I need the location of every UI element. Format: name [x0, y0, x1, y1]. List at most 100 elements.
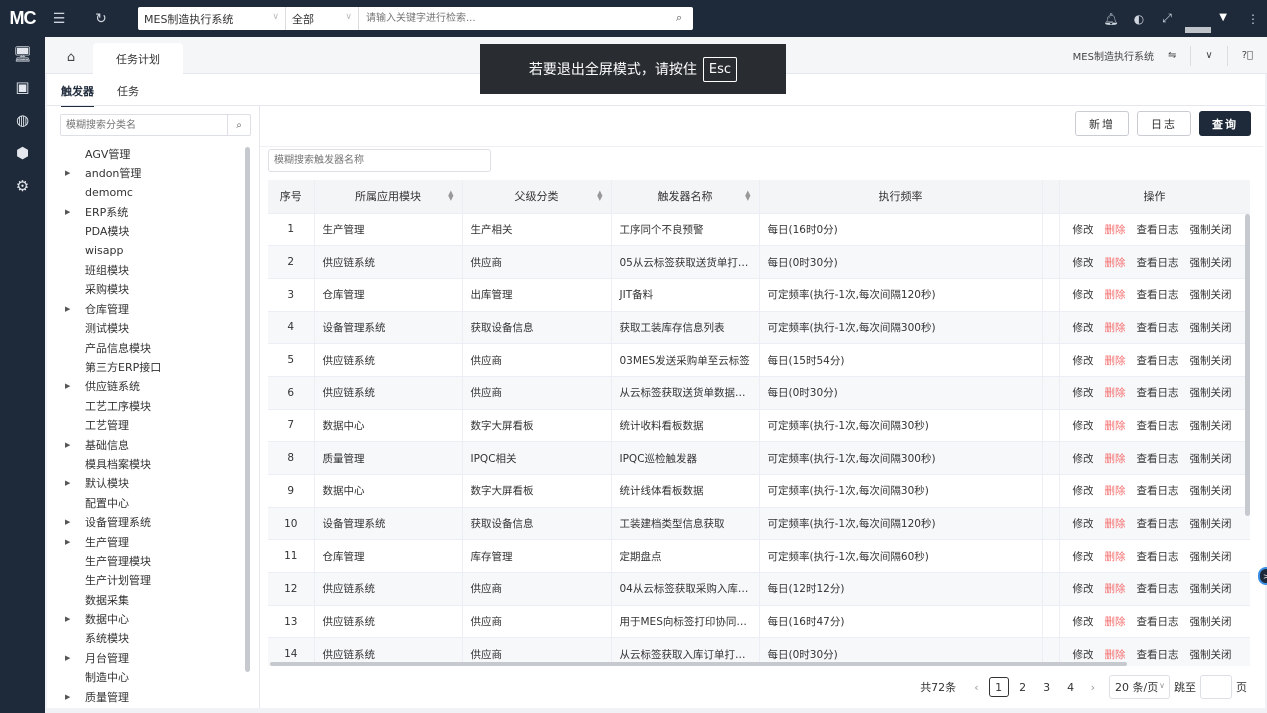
tree-item[interactable]: ▶ 设备管理系统 — [61, 512, 246, 531]
globe-icon[interactable]: ◍ — [0, 103, 45, 136]
delete-button[interactable]: 删除 — [1105, 222, 1126, 237]
page-size-select[interactable]: 20 条/页 ∨ — [1109, 675, 1170, 699]
col-header-parent[interactable]: 父级分类 ▲ ▼ — [462, 180, 612, 214]
col-header-trigger-name[interactable]: 触发器名称 ▲ ▼ — [611, 180, 760, 214]
force-close-button[interactable]: 强制关闭 — [1190, 647, 1232, 662]
page-4[interactable]: 4 — [1061, 677, 1081, 697]
view-log-button[interactable]: 查看日志 — [1137, 549, 1179, 564]
switch-icon[interactable]: ⇋ — [1168, 50, 1176, 61]
tree-item[interactable]: 第三方ERP接口 — [61, 357, 246, 376]
delete-button[interactable]: 删除 — [1105, 320, 1126, 335]
delete-button[interactable]: 删除 — [1105, 516, 1126, 531]
tree-item[interactable]: 产品信息模块 — [61, 338, 246, 357]
tree-item[interactable]: 采购模块 — [61, 280, 246, 299]
search-icon[interactable]: ⌕ — [676, 11, 682, 25]
jump-page-input[interactable] — [1200, 675, 1232, 699]
tree-search-input[interactable] — [61, 115, 227, 135]
tree-item[interactable]: ▶ ERP系统 — [61, 202, 246, 221]
edit-button[interactable]: 修改 — [1073, 287, 1094, 302]
menu-toggle-icon[interactable]: ☰ — [49, 9, 69, 29]
view-log-button[interactable]: 查看日志 — [1137, 255, 1179, 270]
edit-button[interactable]: 修改 — [1073, 320, 1094, 335]
edit-button[interactable]: 修改 — [1073, 516, 1094, 531]
tree-item[interactable]: ▶ 基础信息 — [61, 435, 246, 454]
force-close-button[interactable]: 强制关闭 — [1190, 353, 1232, 368]
user-menu[interactable]: ▼ — [1185, 5, 1235, 33]
view-log-button[interactable]: 查看日志 — [1137, 451, 1179, 466]
edit-button[interactable]: 修改 — [1073, 614, 1094, 629]
expand-arrow-icon[interactable]: ▶ — [65, 441, 75, 449]
scope-select[interactable]: 全部 ∨ — [286, 7, 359, 30]
tree-item[interactable]: 生产计划管理 — [61, 571, 246, 590]
tree-item[interactable]: 测试模块 — [61, 319, 246, 338]
tree-item[interactable]: 班组模块 — [61, 260, 246, 279]
force-close-button[interactable]: 强制关闭 — [1190, 385, 1232, 400]
view-log-button[interactable]: 查看日志 — [1137, 647, 1179, 662]
global-search-input[interactable] — [359, 7, 693, 30]
delete-button[interactable]: 删除 — [1105, 451, 1126, 466]
force-close-button[interactable]: 强制关闭 — [1190, 255, 1232, 270]
refresh-icon[interactable]: ↻ — [91, 9, 111, 29]
tree-item[interactable]: 系统模块 — [61, 629, 246, 648]
force-close-button[interactable]: 强制关闭 — [1190, 418, 1232, 433]
tree-item[interactable]: demomc — [61, 183, 246, 202]
tree-scrollbar[interactable] — [245, 147, 250, 672]
delete-button[interactable]: 删除 — [1105, 385, 1126, 400]
page-1[interactable]: 1 — [988, 677, 1009, 697]
tree-item[interactable]: ▶ 数据中心 — [61, 609, 246, 628]
table-vertical-scrollbar[interactable] — [1245, 214, 1250, 516]
delete-button[interactable]: 删除 — [1105, 287, 1126, 302]
expand-arrow-icon[interactable]: ▶ — [65, 693, 75, 701]
page-2[interactable]: 2 — [1013, 677, 1033, 697]
expand-arrow-icon[interactable]: ▶ — [65, 518, 75, 526]
tree-item[interactable]: 工艺管理 — [61, 415, 246, 434]
tree-item[interactable]: ▶ 生产管理 — [61, 532, 246, 551]
home-icon[interactable]: ⌂ — [59, 46, 83, 68]
edit-button[interactable]: 修改 — [1073, 483, 1094, 498]
edit-button[interactable]: 修改 — [1073, 549, 1094, 564]
delete-button[interactable]: 删除 — [1105, 353, 1126, 368]
sort-icon[interactable]: ▲ ▼ — [597, 190, 602, 202]
delete-button[interactable]: 删除 — [1105, 483, 1126, 498]
edit-button[interactable]: 修改 — [1073, 418, 1094, 433]
view-log-button[interactable]: 查看日志 — [1137, 353, 1179, 368]
view-log-button[interactable]: 查看日志 — [1137, 516, 1179, 531]
expand-arrow-icon[interactable]: ▶ — [65, 305, 75, 313]
chevron-down-icon[interactable]: ∨ — [1205, 50, 1212, 61]
add-button[interactable]: 新增 — [1075, 111, 1129, 136]
tree-item[interactable]: 工艺工序模块 — [61, 396, 246, 415]
tree-item[interactable]: ▶ 质量管理 — [61, 687, 246, 706]
table-horizontal-scrollbar[interactable] — [270, 662, 1127, 666]
next-page-icon[interactable]: › — [1091, 681, 1095, 694]
view-log-button[interactable]: 查看日志 — [1137, 385, 1179, 400]
force-close-button[interactable]: 强制关闭 — [1190, 549, 1232, 564]
tree-item[interactable]: 数据采集 — [61, 590, 246, 609]
monitor-icon[interactable]: 🖥︎ — [0, 37, 45, 70]
force-close-button[interactable]: 强制关闭 — [1190, 320, 1232, 335]
view-log-button[interactable]: 查看日志 — [1137, 614, 1179, 629]
edit-button[interactable]: 修改 — [1073, 451, 1094, 466]
help-icon[interactable]: ?⃝ — [1242, 50, 1253, 61]
force-close-button[interactable]: 强制关闭 — [1190, 451, 1232, 466]
edit-button[interactable]: 修改 — [1073, 385, 1094, 400]
view-log-button[interactable]: 查看日志 — [1137, 320, 1179, 335]
tree-item[interactable]: 模具档案模块 — [61, 454, 246, 473]
delete-button[interactable]: 删除 — [1105, 614, 1126, 629]
force-close-button[interactable]: 强制关闭 — [1190, 581, 1232, 596]
tree-item[interactable]: ▶ 仓库管理 — [61, 299, 246, 318]
floating-assistant-icon[interactable]: > — [1258, 567, 1267, 585]
theme-icon[interactable]: ◐ — [1129, 9, 1149, 29]
force-close-button[interactable]: 强制关闭 — [1190, 483, 1232, 498]
expand-arrow-icon[interactable]: ▶ — [65, 169, 75, 177]
expand-arrow-icon[interactable]: ▶ — [65, 479, 75, 487]
search-icon[interactable]: ⌕ — [227, 115, 250, 135]
force-close-button[interactable]: 强制关闭 — [1190, 287, 1232, 302]
log-button[interactable]: 日志 — [1137, 111, 1191, 136]
edit-button[interactable]: 修改 — [1073, 647, 1094, 662]
sort-icon[interactable]: ▲ ▼ — [448, 190, 453, 202]
view-log-button[interactable]: 查看日志 — [1137, 418, 1179, 433]
api-icon[interactable]: ⬢ — [0, 136, 45, 169]
view-log-button[interactable]: 查看日志 — [1137, 581, 1179, 596]
trigger-search-input[interactable] — [268, 149, 491, 172]
subtab-task[interactable]: 任务 — [117, 83, 139, 107]
